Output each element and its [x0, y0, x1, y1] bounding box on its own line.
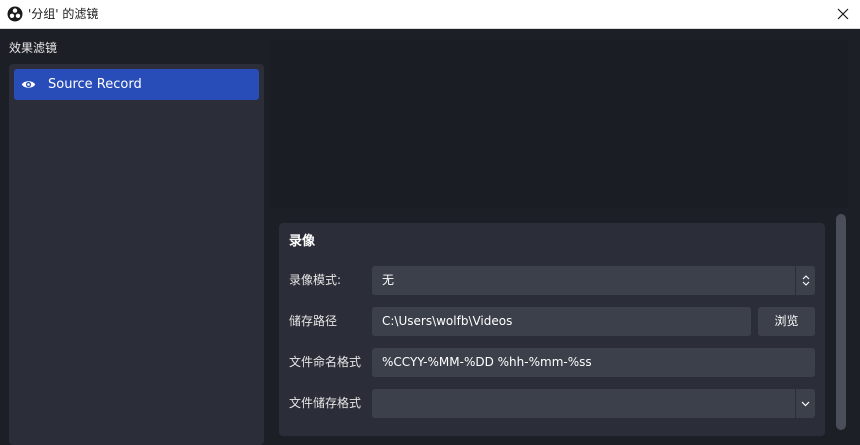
recording-mode-label: 录像模式: — [289, 273, 342, 287]
filters-panel-label: 效果滤镜 — [9, 41, 58, 55]
group-title: 录像 — [289, 234, 316, 249]
filter-list[interactable]: Source Record — [9, 64, 264, 445]
window-titlebar: '分组' 的滤镜 — [0, 0, 860, 29]
browse-button[interactable]: 浏览 — [758, 307, 815, 336]
window-title: '分组' 的滤镜 — [28, 7, 99, 21]
save-path-input[interactable]: C:\Users\wolfb\Videos — [372, 307, 751, 336]
scrollbar-thumb[interactable] — [836, 214, 846, 430]
updown-arrows-icon — [802, 275, 809, 286]
recording-mode-value: 无 — [382, 273, 395, 287]
filter-item-label: Source Record — [48, 77, 142, 92]
obs-logo-icon — [7, 6, 23, 22]
filename-format-value: %CCYY-%MM-%DD %hh-%mm-%ss — [382, 355, 592, 369]
close-button[interactable] — [826, 0, 860, 28]
filename-format-input[interactable]: %CCYY-%MM-%DD %hh-%mm-%ss — [372, 348, 815, 377]
file-format-combo[interactable] — [372, 389, 815, 418]
recording-mode-arrow[interactable] — [795, 266, 815, 295]
file-format-arrow[interactable] — [795, 389, 815, 418]
filter-preview — [270, 40, 848, 208]
recording-group: 录像 录像模式: 无 储存路径 C:\Users\wolfb\Videos 浏览… — [279, 223, 825, 436]
eye-icon[interactable] — [21, 78, 36, 91]
close-icon — [837, 8, 849, 20]
chevron-down-icon — [801, 401, 810, 406]
save-path-value: C:\Users\wolfb\Videos — [382, 314, 513, 328]
properties-scrollbar[interactable] — [836, 214, 846, 430]
recording-mode-select[interactable]: 无 — [372, 266, 815, 295]
filename-format-label: 文件命名格式 — [289, 355, 362, 369]
save-path-label: 储存路径 — [289, 314, 338, 328]
filter-item-source-record[interactable]: Source Record — [14, 69, 259, 100]
file-format-label: 文件储存格式 — [289, 396, 362, 410]
